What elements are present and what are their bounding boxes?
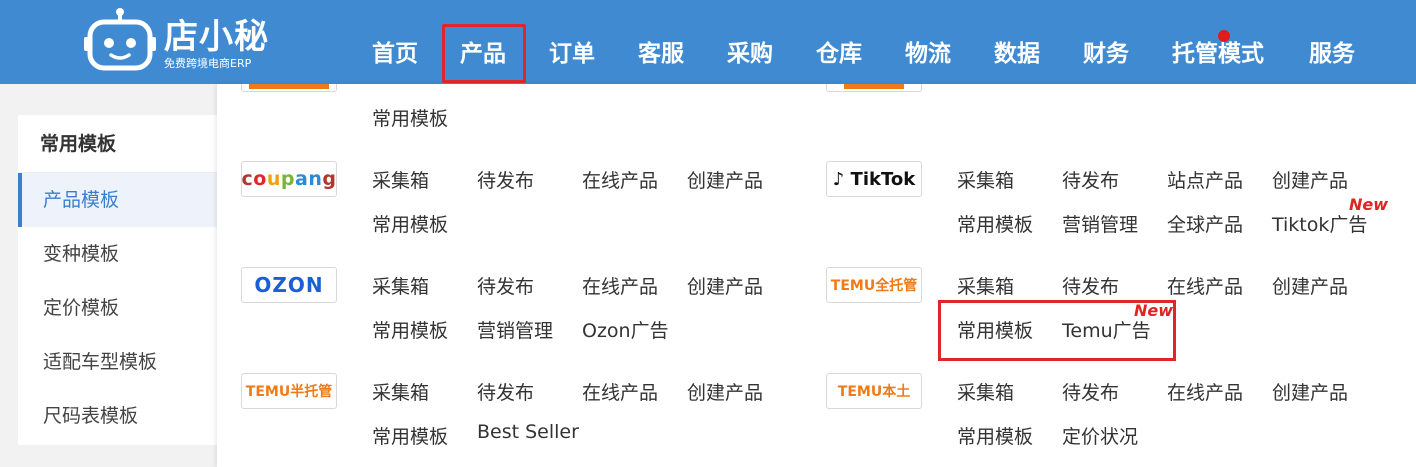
ozon-logo-text: OZON [254, 273, 324, 297]
ozon-logo[interactable]: OZON [241, 267, 337, 303]
partial-logo-mark [249, 84, 329, 89]
tiktok-common-templates[interactable]: 常用模板 [957, 213, 1033, 237]
tiktok-marketing-management[interactable]: 营销管理 [1062, 213, 1138, 237]
ozon-collection-box[interactable]: 采集箱 [372, 275, 429, 299]
notification-dot [1218, 30, 1230, 42]
ozon-online-products[interactable]: 在线产品 [582, 275, 658, 299]
coupang-pending-publish[interactable]: 待发布 [477, 169, 534, 193]
coupang-common-templates[interactable]: 常用模板 [372, 213, 448, 237]
temu-local-pricing-status[interactable]: 定价状况 [1062, 425, 1138, 449]
coupang-create-product[interactable]: 创建产品 [687, 169, 763, 193]
temu-semi-common-templates[interactable]: 常用模板 [372, 425, 448, 449]
temu-local-create-product[interactable]: 创建产品 [1272, 381, 1348, 405]
temu-local-pending-publish[interactable]: 待发布 [1062, 381, 1119, 405]
coupang-online-products[interactable]: 在线产品 [582, 169, 658, 193]
nav-orders[interactable]: 订单 [549, 34, 595, 74]
nav-purchasing[interactable]: 采购 [727, 34, 773, 74]
platform-logo-partial-left[interactable] [241, 84, 337, 92]
tiktok-pending-publish[interactable]: 待发布 [1062, 169, 1119, 193]
sidebar-item-vehicle-fitment-template[interactable]: 适配车型模板 [18, 335, 217, 389]
nav-managed-mode[interactable]: 托管模式 [1172, 34, 1264, 74]
nav-data[interactable]: 数据 [994, 34, 1040, 74]
ozon-ads[interactable]: Ozon广告 [582, 319, 669, 343]
sidebar-header: 常用模板 [18, 115, 217, 173]
temu-semi-create-product[interactable]: 创建产品 [687, 381, 763, 405]
temu-semi-best-seller[interactable]: Best Seller [477, 420, 579, 444]
coupang-logo[interactable]: coupang [241, 161, 337, 197]
tiktok-collection-box[interactable]: 采集箱 [957, 169, 1014, 193]
tiktok-create-product[interactable]: 创建产品 [1272, 169, 1348, 193]
sidebar-item-product-template[interactable]: 产品模板 [18, 173, 217, 227]
tiktok-global-products[interactable]: 全球产品 [1167, 213, 1243, 237]
temu-full-pending-publish[interactable]: 待发布 [1062, 275, 1119, 299]
temu-local-collection-box[interactable]: 采集箱 [957, 381, 1014, 405]
temu-semi-pending-publish[interactable]: 待发布 [477, 381, 534, 405]
top-common-templates-link[interactable]: 常用模板 [372, 107, 448, 131]
tiktok-logo-text: ♪ TikTok [832, 168, 916, 190]
temu-full-online-products[interactable]: 在线产品 [1167, 275, 1243, 299]
nav-finance[interactable]: 财务 [1083, 34, 1129, 74]
coupang-collection-box[interactable]: 采集箱 [372, 169, 429, 193]
ozon-create-product[interactable]: 创建产品 [687, 275, 763, 299]
platform-logo-partial-right[interactable] [826, 84, 922, 92]
sidebar-item-variant-template[interactable]: 变种模板 [18, 227, 217, 281]
app-logo[interactable]: 店小秘 免费跨境电商ERP [84, 7, 284, 73]
active-nav-highlight [442, 24, 526, 83]
sidebar-item-size-chart-template[interactable]: 尺码表模板 [18, 389, 217, 443]
coupang-logo-text: coupang [241, 168, 337, 190]
temu-semi-managed-logo[interactable]: TEMU半托管 [241, 373, 337, 409]
temu-semi-collection-box[interactable]: 采集箱 [372, 381, 429, 405]
temu-local-common-templates[interactable]: 常用模板 [957, 425, 1033, 449]
template-sidebar: 常用模板 产品模板 变种模板 定价模板 适配车型模板 尺码表模板 [18, 115, 217, 445]
nav-warehouse[interactable]: 仓库 [816, 34, 862, 74]
temu-full-managed-logo-text: TEMU全托管 [830, 278, 918, 294]
temu-local-logo-text: TEMU本土 [837, 384, 911, 400]
logo-subtitle: 免费跨境电商ERP [164, 57, 252, 70]
temu-local-online-products[interactable]: 在线产品 [1167, 381, 1243, 405]
products-dropdown-menu: 常用模板 coupang 采集箱 待发布 在线产品 创建产品 常用模板 ♪ Ti… [217, 84, 1416, 467]
temu-local-logo[interactable]: TEMU本土 [826, 373, 922, 409]
tiktok-ads-new-badge: New [1349, 195, 1389, 214]
nav-services[interactable]: 服务 [1309, 34, 1355, 74]
tiktok-logo[interactable]: ♪ TikTok [826, 161, 922, 197]
temu-ads-highlight-box [938, 300, 1176, 361]
tiktok-ads[interactable]: Tiktok广告 [1272, 213, 1367, 237]
robot-logo-icon [84, 8, 156, 71]
nav-customer-service[interactable]: 客服 [638, 34, 684, 74]
logo-title: 店小秘 [164, 17, 269, 57]
temu-semi-managed-logo-text: TEMU半托管 [245, 384, 333, 400]
nav-home[interactable]: 首页 [372, 34, 418, 74]
temu-full-collection-box[interactable]: 采集箱 [957, 275, 1014, 299]
ozon-marketing-management[interactable]: 营销管理 [477, 319, 553, 343]
temu-full-create-product[interactable]: 创建产品 [1272, 275, 1348, 299]
tiktok-site-products[interactable]: 站点产品 [1167, 169, 1243, 193]
nav-logistics[interactable]: 物流 [905, 34, 951, 74]
top-navigation-bar: 店小秘 免费跨境电商ERP 首页 产品 订单 客服 采购 仓库 物流 数据 财务… [0, 0, 1416, 84]
partial-logo-mark [844, 84, 904, 89]
ozon-pending-publish[interactable]: 待发布 [477, 275, 534, 299]
sidebar-item-pricing-template[interactable]: 定价模板 [18, 281, 217, 335]
temu-full-managed-logo[interactable]: TEMU全托管 [826, 267, 922, 303]
temu-semi-online-products[interactable]: 在线产品 [582, 381, 658, 405]
ozon-common-templates[interactable]: 常用模板 [372, 319, 448, 343]
